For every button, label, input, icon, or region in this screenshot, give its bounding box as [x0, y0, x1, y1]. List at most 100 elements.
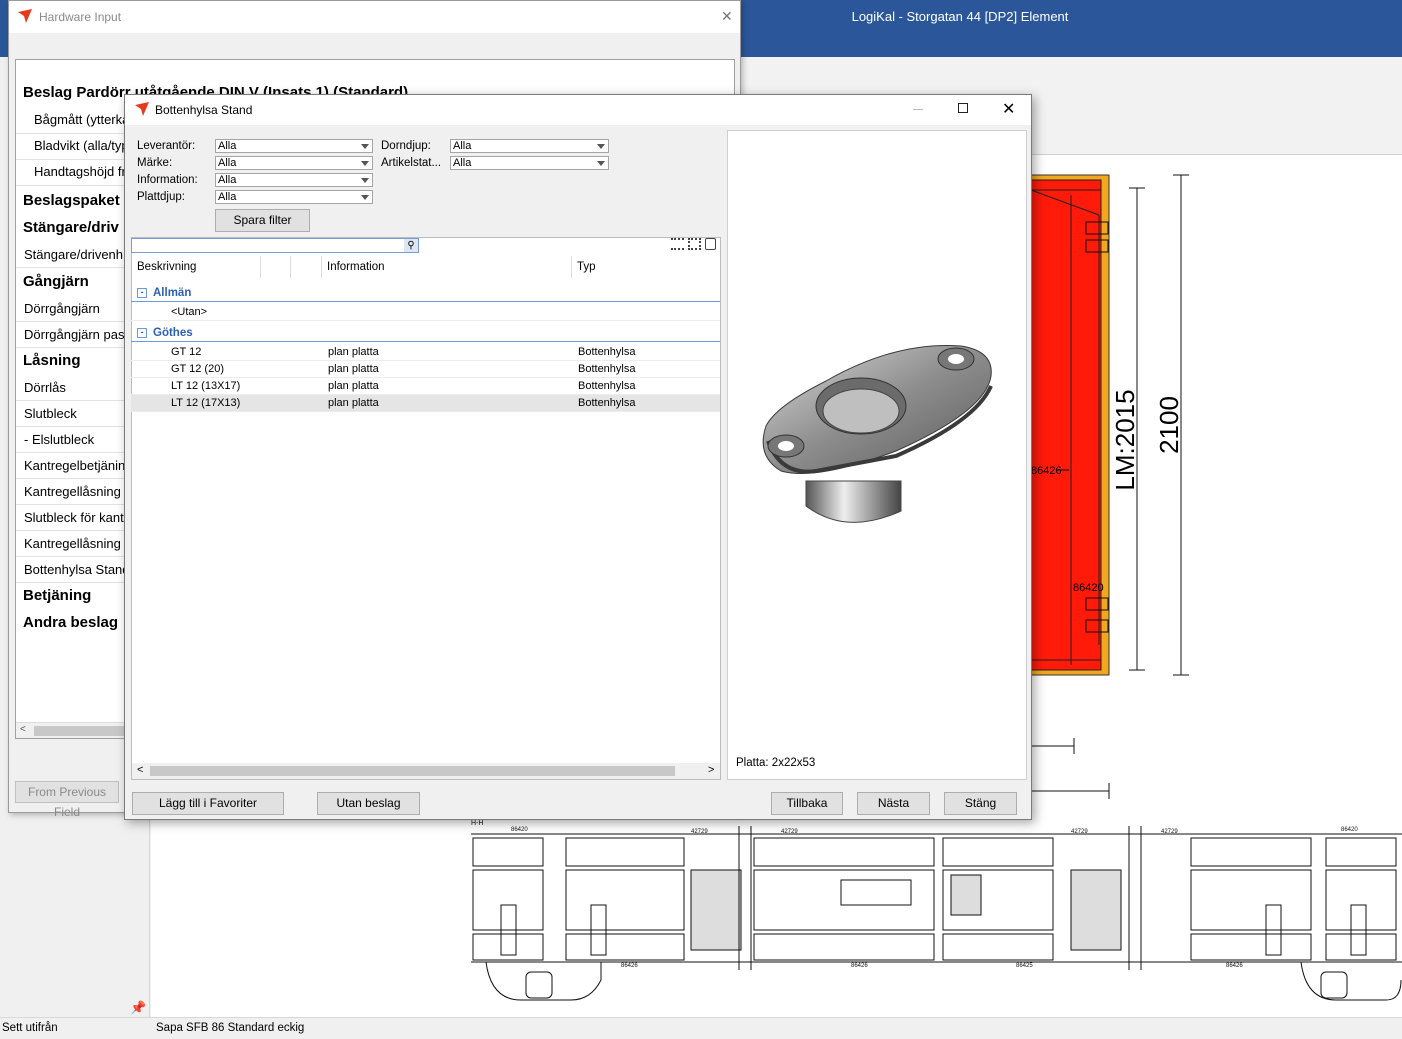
- from-previous-field-button[interactable]: From Previous Field: [15, 781, 119, 819]
- bottenhylsa-dialog: Bottenhylsa Stand ✕ Leverantör: Alla Mär…: [124, 94, 1032, 820]
- hw-section[interactable]: Gångjärn: [16, 273, 126, 290]
- status-bar: Sett utifrån Sapa SFB 86 Standard eckig: [0, 1017, 1402, 1039]
- preview-panel: Platta: 2x22x53: [727, 130, 1027, 780]
- table-row-selected[interactable]: LT 12 (17X13) plan platta Bottenhylsa: [131, 395, 720, 412]
- hw-title-bar: Hardware Input ✕: [9, 1, 740, 33]
- table-row[interactable]: LT 12 (13X17) plan platta Bottenhylsa: [131, 378, 720, 395]
- table-row[interactable]: GT 12 (20) plan platta Bottenhylsa: [131, 361, 720, 378]
- hw-item[interactable]: Kantregellåsning: [16, 479, 126, 505]
- grid-view-icon[interactable]: [688, 238, 701, 250]
- svg-text:86420: 86420: [1341, 827, 1358, 833]
- hw-section[interactable]: Låsning: [16, 352, 126, 369]
- height-label: 2100: [1154, 396, 1184, 454]
- dim-86420: 86420: [1073, 582, 1104, 594]
- bottenhylsa-image: [762, 344, 993, 523]
- hw-item[interactable]: Stängare/drivenh: [16, 242, 126, 268]
- artikelstat-label: Artikelstat...: [381, 157, 442, 169]
- status-profile: Sapa SFB 86 Standard eckig: [156, 1022, 305, 1034]
- add-to-favorites-button[interactable]: Lägg till i Favoriter: [132, 792, 284, 815]
- chevron-down-icon: [597, 144, 605, 149]
- hw-item[interactable]: Handtagshöjd fr: [16, 160, 126, 186]
- table-row[interactable]: <Utan>: [131, 304, 720, 321]
- dorndjup-label: Dorndjup:: [381, 140, 431, 152]
- svg-text:86426: 86426: [621, 963, 638, 969]
- logikal-logo-icon: [135, 102, 149, 116]
- hw-item[interactable]: - Elslutbleck: [16, 427, 126, 453]
- pin-icon[interactable]: 📌: [130, 1000, 146, 1016]
- back-button[interactable]: Tillbaka: [771, 792, 843, 815]
- dorndjup-select[interactable]: Alla: [450, 139, 609, 153]
- col-beskrivning[interactable]: Beskrivning: [137, 261, 196, 273]
- dialog-title-bar: Bottenhylsa Stand ✕: [125, 95, 1031, 125]
- chevron-down-icon: [361, 144, 369, 149]
- hw-title: Hardware Input: [39, 10, 122, 24]
- without-hardware-button[interactable]: Utan beslag: [317, 792, 420, 815]
- scroll-right-icon[interactable]: >: [708, 764, 714, 776]
- scroll-left-icon[interactable]: <: [20, 724, 26, 735]
- plattdjup-select[interactable]: Alla: [215, 190, 373, 204]
- information-label: Information:: [137, 174, 198, 186]
- section-label: H-H: [471, 820, 483, 827]
- hw-hscrollbar[interactable]: <: [16, 722, 134, 738]
- next-button[interactable]: Nästa: [857, 792, 930, 815]
- group-gothes[interactable]: - Göthes: [131, 325, 720, 342]
- lm-label: LM:2015: [1110, 389, 1140, 490]
- hw-item[interactable]: Bågmått (ytterka: [16, 108, 126, 134]
- close-icon[interactable]: ✕: [1002, 99, 1015, 119]
- search-icon[interactable]: ⚲: [404, 239, 418, 252]
- svg-text:86420: 86420: [511, 827, 528, 833]
- close-icon[interactable]: ✕: [721, 8, 733, 25]
- hw-item[interactable]: Bottenhylsa Stand: [16, 557, 126, 583]
- group-allman[interactable]: - Allmän: [131, 285, 720, 302]
- chevron-down-icon: [361, 178, 369, 183]
- hw-item[interactable]: Kantregelbetjänin: [16, 453, 126, 479]
- col-information[interactable]: Information: [327, 261, 385, 273]
- svg-text:42729: 42729: [781, 829, 798, 835]
- hw-item[interactable]: Dörrgångjärn: [16, 296, 126, 322]
- svg-text:42729: 42729: [1161, 829, 1178, 835]
- scroll-left-icon[interactable]: <: [137, 764, 143, 776]
- collapse-icon[interactable]: -: [137, 288, 147, 298]
- hw-item[interactable]: Dörrlås: [16, 375, 126, 401]
- logikal-logo-icon: [18, 9, 32, 23]
- profile-section: H-H 86420 42729 42729 42729 42729 86420 …: [471, 820, 1402, 1001]
- chevron-down-icon: [361, 161, 369, 166]
- artikelstat-select[interactable]: Alla: [450, 156, 609, 170]
- marke-label: Märke:: [137, 157, 173, 169]
- status-view: Sett utifrån: [2, 1022, 58, 1034]
- lock-icon[interactable]: [705, 238, 716, 250]
- leverantor-select[interactable]: Alla: [215, 139, 373, 153]
- scroll-thumb[interactable]: [150, 766, 675, 776]
- hw-item[interactable]: Dörrgångjärn pas: [16, 322, 126, 348]
- scroll-thumb[interactable]: [34, 726, 130, 736]
- col-typ[interactable]: Typ: [577, 261, 596, 273]
- table-row[interactable]: GT 12 plan platta Bottenhylsa: [131, 344, 720, 361]
- list-view-icon[interactable]: [671, 238, 684, 250]
- hw-item[interactable]: Kantregellåsning: [16, 531, 126, 557]
- hw-item[interactable]: Slutbleck för kant: [16, 505, 126, 531]
- hw-section[interactable]: Betjäning: [16, 587, 126, 604]
- hw-section[interactable]: Beslagspaket: [16, 192, 126, 209]
- svg-text:42729: 42729: [1071, 829, 1088, 835]
- hw-item[interactable]: Bladvikt (alla/typ: [16, 134, 126, 160]
- close-button[interactable]: Stäng: [944, 792, 1017, 815]
- plattdjup-label: Plattdjup:: [137, 191, 185, 203]
- svg-text:42729: 42729: [691, 829, 708, 835]
- hw-section[interactable]: Andra beslag: [16, 614, 126, 631]
- minimize-icon[interactable]: [913, 109, 923, 110]
- hw-item[interactable]: Slutbleck: [16, 401, 126, 427]
- hw-section[interactable]: Stängare/driv: [16, 219, 126, 236]
- svg-text:86426: 86426: [1226, 963, 1243, 969]
- dialog-title: Bottenhylsa Stand: [155, 103, 253, 117]
- grid-hscrollbar[interactable]: < >: [132, 763, 720, 779]
- maximize-icon[interactable]: [958, 103, 968, 113]
- collapse-icon[interactable]: -: [137, 328, 147, 338]
- save-filter-button[interactable]: Spara filter: [215, 209, 310, 232]
- search-input[interactable]: ⚲: [131, 238, 419, 253]
- leverantor-label: Leverantör:: [137, 140, 196, 152]
- marke-select[interactable]: Alla: [215, 156, 373, 170]
- svg-text:86425: 86425: [1016, 963, 1033, 969]
- chevron-down-icon: [361, 195, 369, 200]
- information-select[interactable]: Alla: [215, 173, 373, 187]
- chevron-down-icon: [597, 161, 605, 166]
